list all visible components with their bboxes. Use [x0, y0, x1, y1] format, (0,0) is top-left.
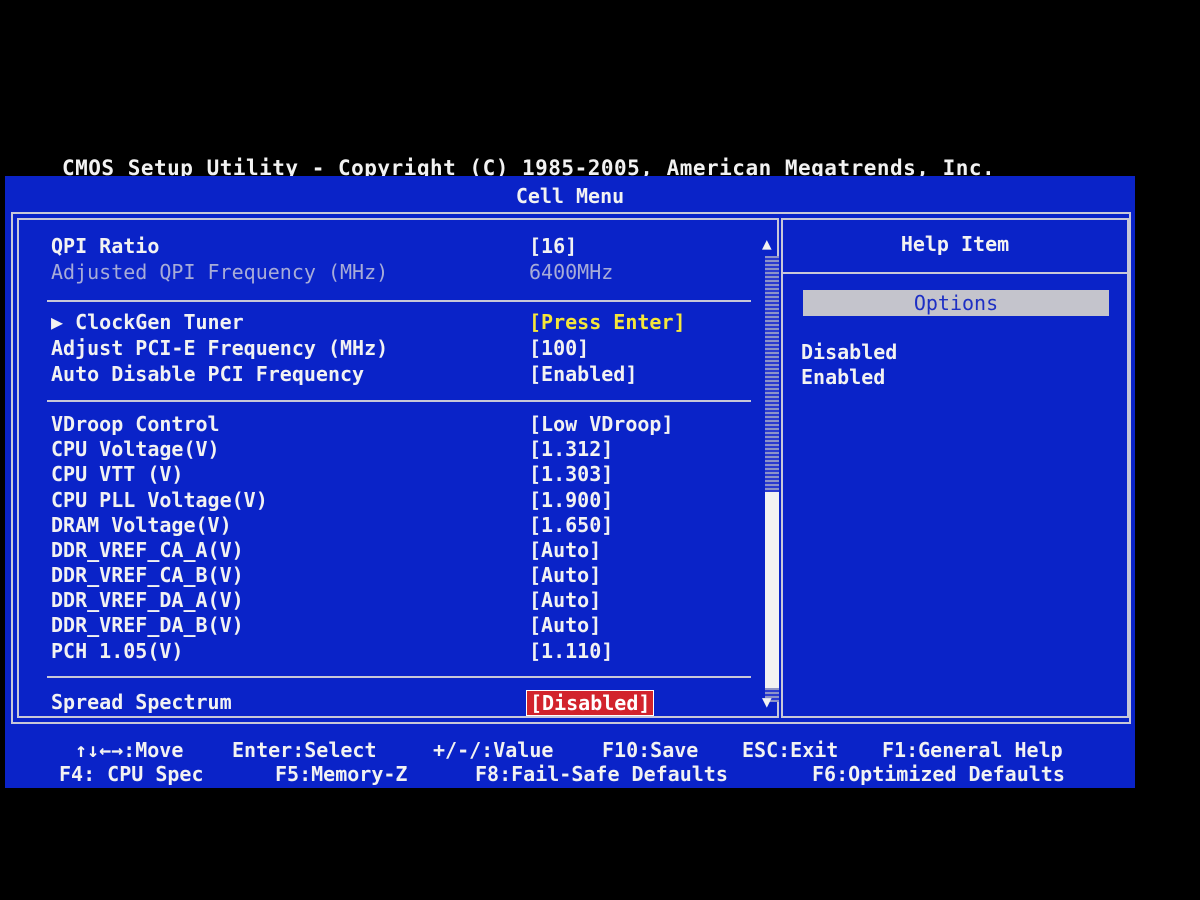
setting-adjusted-qpi-frequency: Adjusted QPI Frequency (MHz) 6400MHz [51, 260, 751, 286]
selected-setting-value[interactable]: [Disabled] [526, 690, 655, 716]
setting-label: DDR_VREF_DA_A(V) [51, 588, 244, 612]
setting-ddr-vref-da-b[interactable]: DDR_VREF_DA_B(V) [Auto] [51, 613, 751, 639]
setting-label: CPU Voltage(V) [51, 437, 220, 461]
setting-value[interactable]: [Auto] [529, 588, 601, 612]
setting-cpu-voltage[interactable]: CPU Voltage(V) [1.312] [51, 437, 751, 463]
setting-label: DDR_VREF_DA_B(V) [51, 613, 244, 637]
setting-value[interactable]: [Enabled] [529, 362, 637, 386]
setting-value[interactable]: [1.312] [529, 437, 613, 461]
key-optimized-defaults: F6:Optimized Defaults [812, 762, 1065, 786]
setting-value[interactable]: [1.303] [529, 462, 613, 486]
help-option: Disabled [801, 340, 898, 364]
section-divider [47, 676, 751, 678]
key-fail-safe-defaults: F8:Fail-Safe Defaults [475, 762, 728, 786]
key-move: ↑↓←→:Move [75, 738, 184, 762]
help-option: Enabled [801, 365, 886, 389]
setting-value[interactable]: [Auto] [529, 613, 601, 637]
help-panel: Help Item Options Disabled Enabled [781, 218, 1129, 718]
setting-pch-voltage[interactable]: PCH 1.05(V) [1.110] [51, 639, 751, 665]
setting-label: VDroop Control [51, 412, 220, 436]
key-memory-z: F5:Memory-Z [275, 762, 408, 786]
setting-adjust-pcie-frequency[interactable]: Adjust PCI-E Frequency (MHz) [100] [51, 336, 751, 362]
setting-value[interactable]: [Press Enter] [529, 310, 686, 334]
section-divider [47, 300, 751, 302]
key-save: F10:Save [602, 738, 699, 762]
setting-label: DRAM Voltage(V) [51, 513, 232, 537]
options-header: Options [803, 290, 1109, 316]
setting-label: Adjusted QPI Frequency (MHz) [51, 260, 389, 284]
setting-label: PCH 1.05(V) [51, 639, 184, 663]
setting-qpi-ratio[interactable]: QPI Ratio [16] [51, 234, 751, 260]
scrollbar-thumb[interactable] [765, 492, 779, 688]
setting-label: Adjust PCI-E Frequency (MHz) [51, 336, 389, 360]
setting-ddr-vref-ca-b[interactable]: DDR_VREF_CA_B(V) [Auto] [51, 563, 751, 589]
settings-panel: QPI Ratio [16] Adjusted QPI Frequency (M… [17, 218, 779, 718]
key-select: Enter:Select [232, 738, 377, 762]
setting-value[interactable]: [16] [529, 234, 577, 258]
setting-label: QPI Ratio [51, 234, 160, 258]
setting-ddr-vref-da-a[interactable]: DDR_VREF_DA_A(V) [Auto] [51, 588, 751, 614]
setting-auto-disable-pci-frequency[interactable]: Auto Disable PCI Frequency [Enabled] [51, 362, 751, 388]
setting-value[interactable]: [1.900] [529, 488, 613, 512]
help-title: Help Item [900, 232, 1010, 256]
setting-value[interactable]: [Auto] [529, 538, 601, 562]
setting-vdroop-control[interactable]: VDroop Control [Low VDroop] [51, 412, 751, 438]
setting-value[interactable]: [1.110] [529, 639, 613, 663]
setting-value: 6400MHz [529, 260, 614, 284]
setting-clockgen-tuner[interactable]: ▶ ClockGen Tuner [Press Enter] [51, 310, 751, 336]
setting-spread-spectrum[interactable]: Spread Spectrum [Disabled] [51, 690, 751, 716]
key-general-help: F1:General Help [882, 738, 1063, 762]
menu-title: Cell Menu [515, 184, 625, 208]
scroll-up-arrow-icon[interactable]: ▲ [762, 234, 772, 253]
setting-value[interactable]: [Low VDroop] [529, 412, 674, 436]
key-value: +/-/:Value [433, 738, 554, 762]
help-divider [783, 272, 1127, 274]
submenu-label: ▶ ClockGen Tuner [51, 310, 244, 334]
setting-label: CPU PLL Voltage(V) [51, 488, 268, 512]
setting-value[interactable]: [100] [529, 336, 589, 360]
key-cpu-spec: F4: CPU Spec [59, 762, 204, 786]
setting-cpu-vtt[interactable]: CPU VTT (V) [1.303] [51, 462, 751, 488]
key-legend: ↑↓←→:Move Enter:Select +/-/:Value F10:Sa… [5, 734, 1135, 788]
setting-value[interactable]: [Auto] [529, 563, 601, 587]
setting-value[interactable]: [1.650] [529, 513, 613, 537]
bios-screen: Cell Menu QPI Ratio [16] Adjusted QPI Fr… [5, 176, 1135, 788]
section-divider [47, 400, 751, 402]
setting-cpu-pll-voltage[interactable]: CPU PLL Voltage(V) [1.900] [51, 488, 751, 514]
setting-label: DDR_VREF_CA_A(V) [51, 538, 244, 562]
setting-label: DDR_VREF_CA_B(V) [51, 563, 244, 587]
setting-label: Auto Disable PCI Frequency [51, 362, 365, 386]
setting-label: CPU VTT (V) [51, 462, 184, 486]
key-exit: ESC:Exit [742, 738, 839, 762]
setting-ddr-vref-ca-a[interactable]: DDR_VREF_CA_A(V) [Auto] [51, 538, 751, 564]
scroll-down-arrow-icon[interactable]: ▼ [762, 692, 772, 711]
setting-dram-voltage[interactable]: DRAM Voltage(V) [1.650] [51, 513, 751, 539]
setting-label: Spread Spectrum [51, 690, 232, 714]
